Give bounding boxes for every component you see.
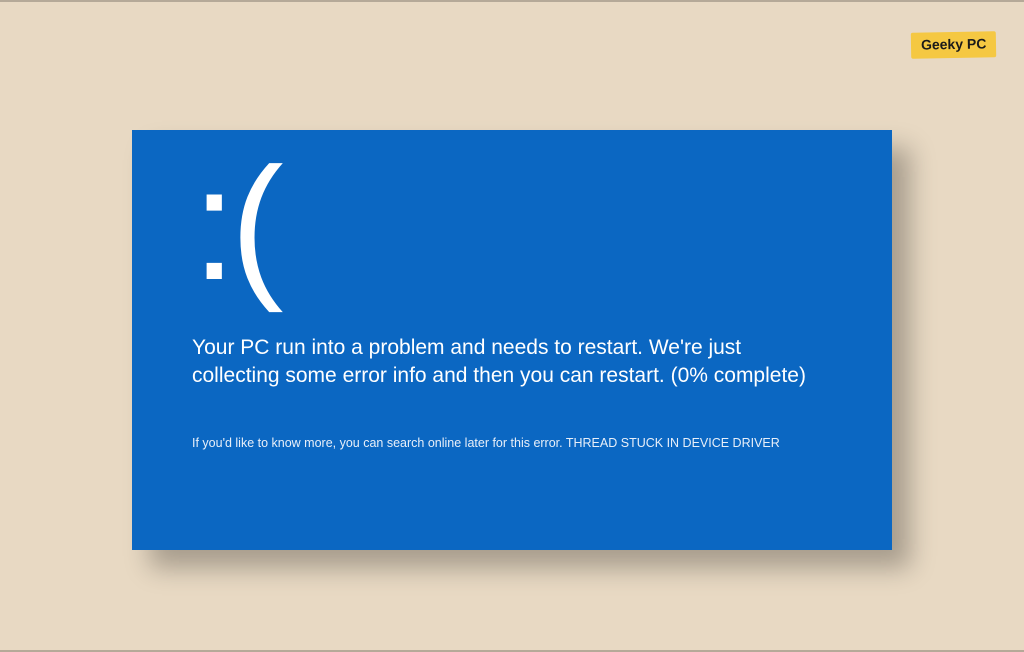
page-border-top	[0, 0, 1024, 2]
watermark-text: Geeky PC	[920, 35, 986, 52]
sad-face-icon: :(	[192, 144, 842, 304]
site-watermark: Geeky PC	[910, 31, 996, 58]
bsod-detail-message: If you'd like to know more, you can sear…	[192, 435, 842, 453]
bsod-main-message: Your PC run into a problem and needs to …	[192, 334, 832, 391]
bsod-screen: :( Your PC run into a problem and needs …	[132, 130, 892, 550]
